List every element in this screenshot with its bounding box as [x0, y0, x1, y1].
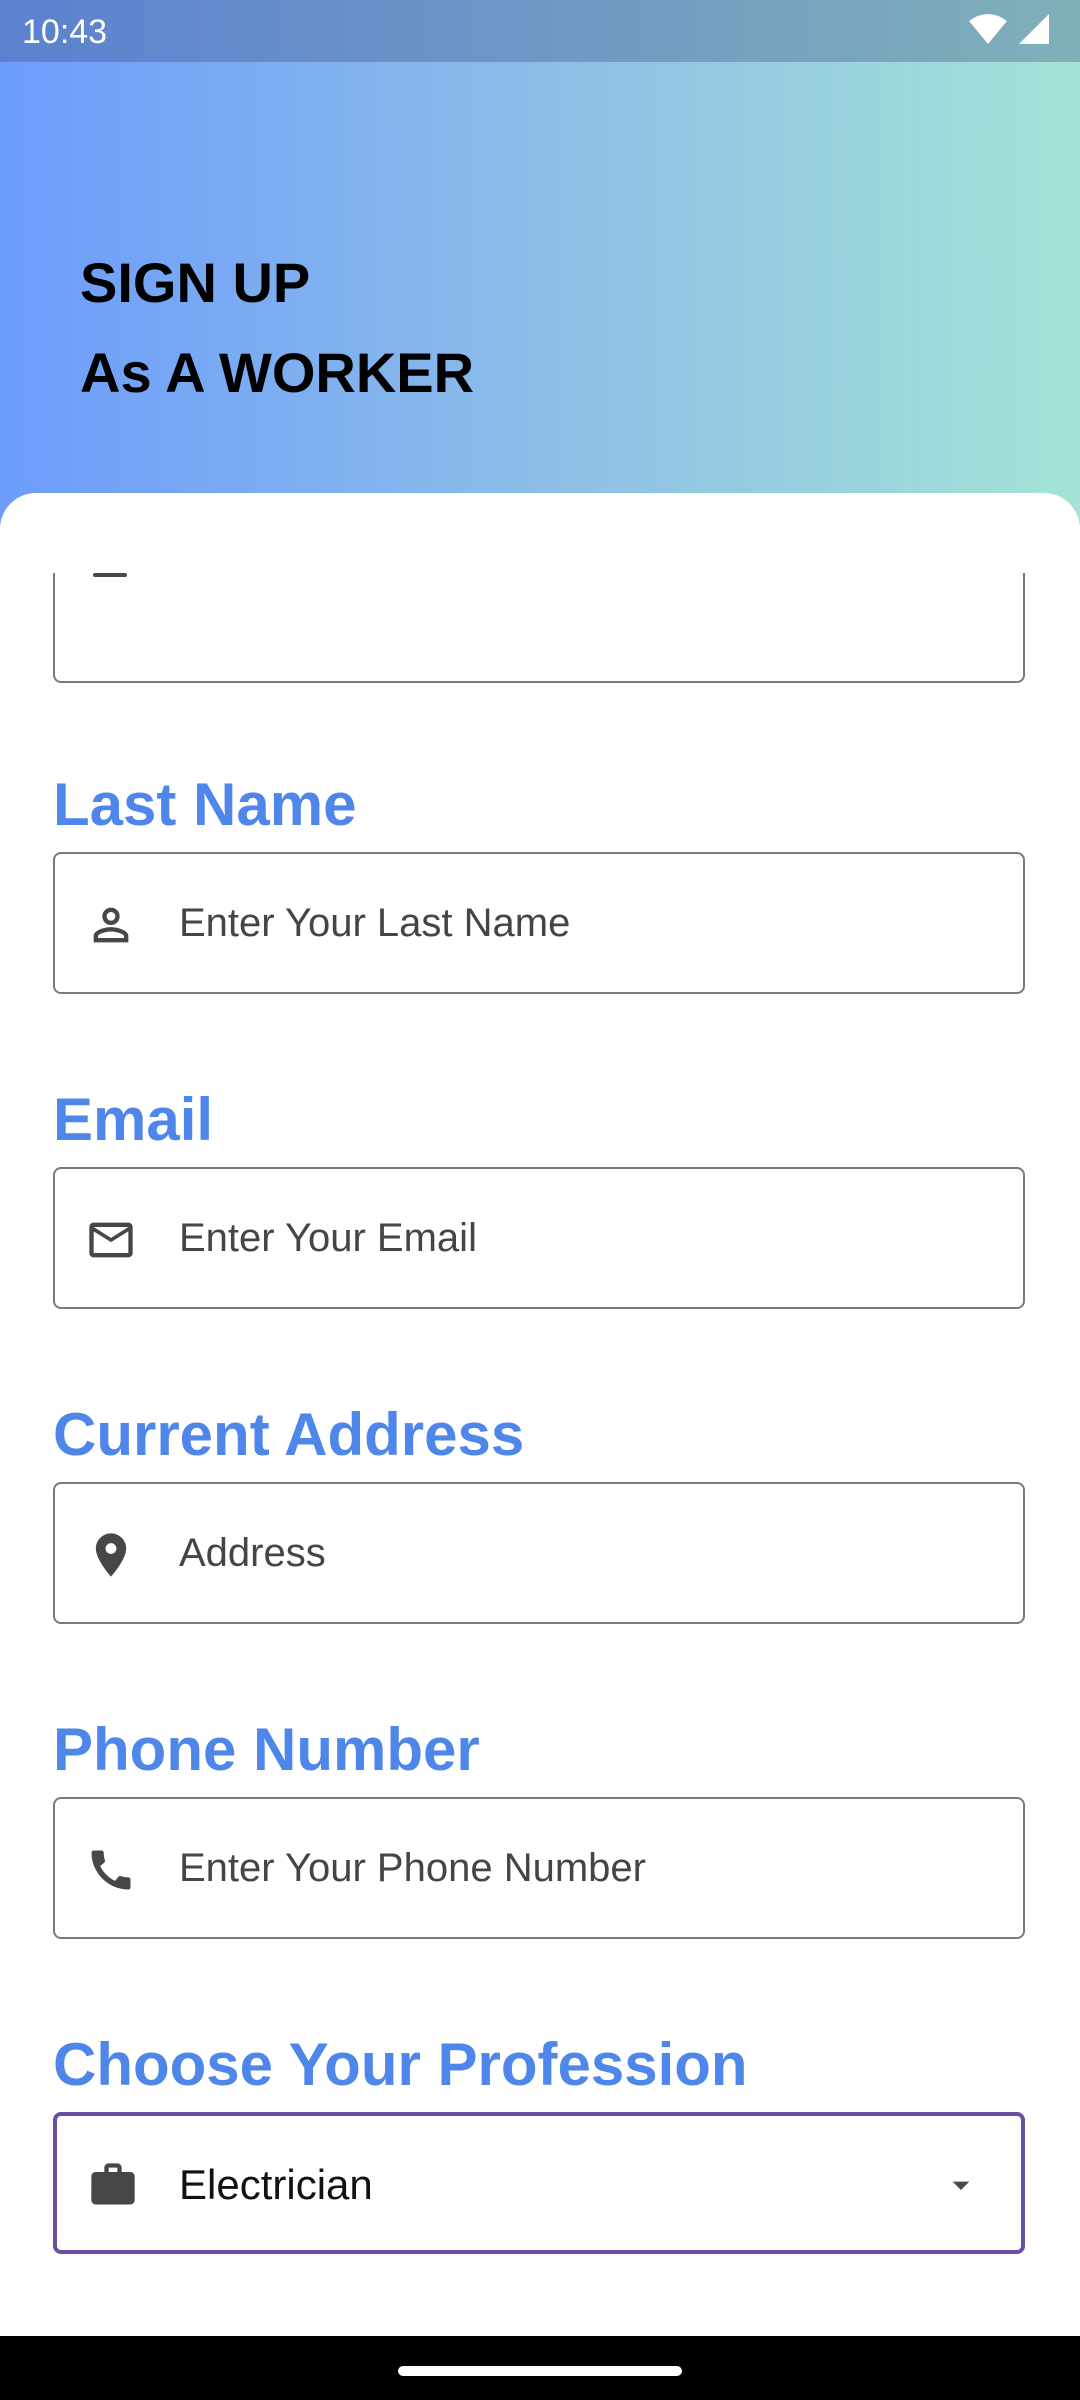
address-input[interactable]	[179, 1484, 999, 1622]
dropdown-arrow-icon[interactable]	[941, 2165, 981, 2205]
address-field[interactable]	[53, 1482, 1025, 1624]
person-icon-partial	[93, 573, 127, 577]
title-line-1: SIGN UP	[80, 251, 311, 314]
navigation-bar	[0, 2336, 1080, 2400]
mail-icon	[85, 1214, 137, 1266]
phone-field[interactable]	[53, 1797, 1025, 1939]
last-name-field[interactable]	[53, 852, 1025, 994]
last-name-input[interactable]	[179, 854, 999, 992]
person-icon	[85, 899, 137, 951]
home-gesture-handle[interactable]	[398, 2366, 682, 2376]
email-label: Email	[53, 1086, 214, 1153]
status-time: 10:43	[22, 13, 108, 51]
cellular-signal-icon	[1018, 13, 1050, 50]
phone-input[interactable]	[179, 1799, 999, 1937]
wifi-icon	[968, 13, 1008, 50]
status-bar: 10:43	[0, 0, 1080, 62]
title-line-2: As A WORKER	[80, 341, 475, 404]
header-gradient: 10:43 SIGN UP As A WORKER	[0, 0, 1080, 540]
signup-screen: 10:43 SIGN UP As A WORKER Last Name Ente…	[0, 0, 1080, 2400]
email-field[interactable]	[53, 1167, 1025, 1309]
email-input[interactable]	[179, 1169, 999, 1307]
form-sheet[interactable]: Last Name Email Current Address Phone Nu…	[0, 493, 1080, 2336]
phone-icon	[85, 1844, 137, 1896]
profession-selected-value: Electrician	[179, 2161, 373, 2208]
first-name-field-partial[interactable]	[53, 573, 1025, 683]
page-title: SIGN UP As A WORKER	[80, 238, 474, 418]
last-name-label: Last Name	[53, 771, 357, 838]
profession-select[interactable]: Electrician	[53, 2112, 1025, 2254]
location-pin-icon	[85, 1529, 137, 1581]
profession-label: Choose Your Profession	[53, 2031, 748, 2098]
address-label: Current Address	[53, 1401, 525, 1468]
status-icons	[968, 13, 1050, 50]
briefcase-icon	[87, 2159, 139, 2211]
phone-label: Phone Number	[53, 1716, 480, 1783]
